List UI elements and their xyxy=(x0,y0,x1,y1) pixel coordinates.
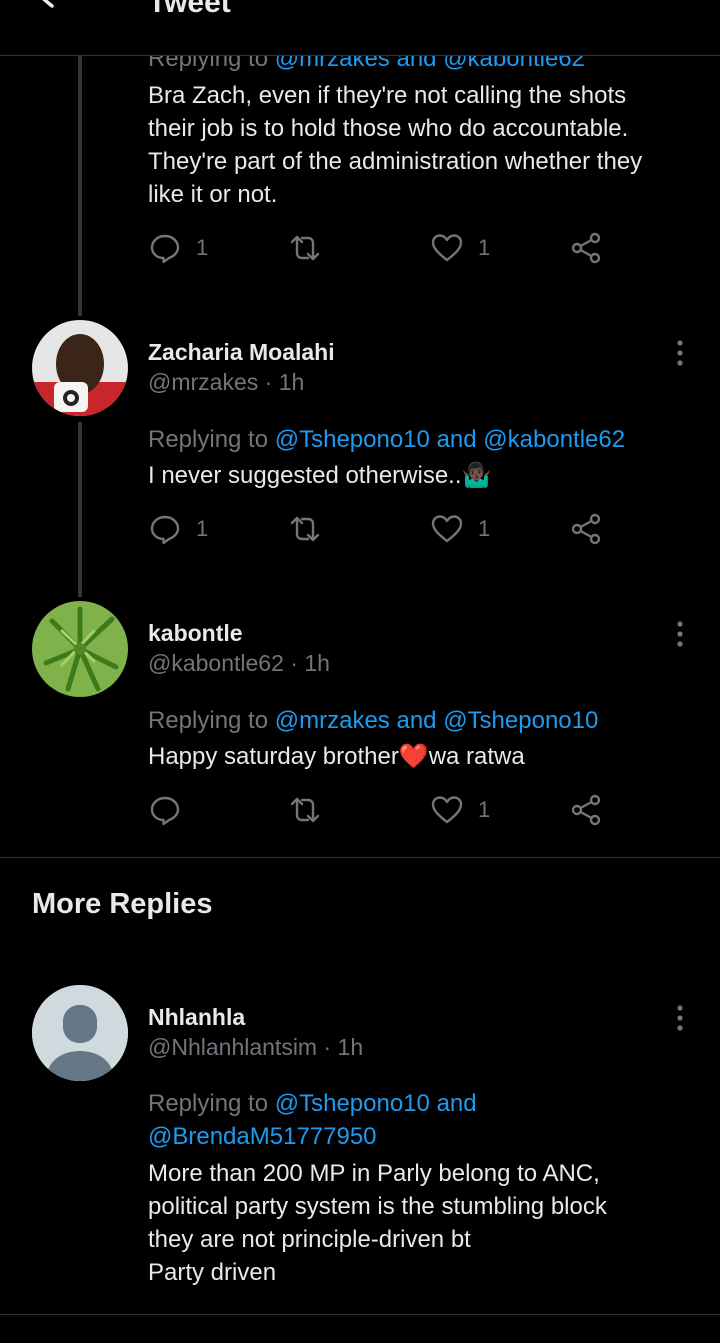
heart-emoji: ❤️ xyxy=(398,743,429,770)
share-button[interactable] xyxy=(570,511,604,547)
mention-link[interactable]: @Tshepono10 xyxy=(443,707,598,734)
display-name[interactable]: Zacharia Moalahi xyxy=(148,339,335,366)
reply-icon xyxy=(150,234,180,264)
page-title: Tweet xyxy=(148,0,231,19)
bottom-navigation-bar xyxy=(0,1314,720,1343)
handle-line: @Nhlanhlantsim · 1h xyxy=(148,1034,363,1061)
replying-label: Replying to xyxy=(148,1090,275,1117)
share-icon xyxy=(571,794,601,826)
share-icon xyxy=(571,232,601,264)
shrug-emoji: 🤷🏿‍♂️ xyxy=(461,462,492,489)
tweet-actions: 1 xyxy=(148,792,618,828)
tweet-text-end: wa ratwa xyxy=(428,743,525,770)
text-line: they are not principle-driven bt xyxy=(148,1226,471,1253)
arrow-left-icon[interactable] xyxy=(34,0,74,18)
replying-to: Replying to @Tshepono10 and @kabontle62 xyxy=(148,423,688,456)
default-avatar-icon xyxy=(32,985,128,1081)
avatar[interactable] xyxy=(32,320,128,416)
heart-icon xyxy=(431,796,463,824)
tweet-text: Happy saturday brother❤️wa ratwa xyxy=(148,740,688,773)
replying-conjunction: and xyxy=(429,426,484,453)
avatar-image xyxy=(32,320,128,416)
display-name[interactable]: kabontle xyxy=(148,620,243,647)
handle[interactable]: @Nhlanhlantsim xyxy=(148,1034,317,1060)
avatar-image xyxy=(32,601,128,697)
mention-link[interactable]: @mrzakes xyxy=(275,707,390,734)
replying-label: Replying to xyxy=(148,707,275,734)
replying-to: Replying to @mrzakes and @Tshepono10 xyxy=(148,704,688,737)
tweet-text: More than 200 MP in Parly belong to ANC,… xyxy=(148,1157,688,1289)
handle[interactable]: @kabontle62 xyxy=(148,650,284,676)
tweet-actions: 1 1 xyxy=(148,511,618,547)
reply-button[interactable] xyxy=(148,792,196,828)
text-line: They're part of the administration wheth… xyxy=(148,148,643,175)
replying-conjunction: and xyxy=(429,1090,477,1117)
retweet-button[interactable] xyxy=(288,230,322,266)
reply-icon xyxy=(150,796,180,826)
text-line: their job is to hold those who do accoun… xyxy=(148,115,629,142)
retweet-button[interactable] xyxy=(288,792,322,828)
thread-line xyxy=(78,422,82,597)
more-options-icon[interactable] xyxy=(668,619,692,649)
share-button[interactable] xyxy=(570,230,604,266)
handle-line: @mrzakes · 1h xyxy=(148,369,304,396)
tweet-text: I never suggested otherwise..🤷🏿‍♂️ xyxy=(148,459,688,492)
replying-label: Replying to xyxy=(148,426,275,453)
reply-count: 1 xyxy=(196,516,209,541)
text-line: More than 200 MP in Parly belong to ANC, xyxy=(148,1160,600,1187)
handle[interactable]: @mrzakes xyxy=(148,369,258,395)
like-count: 1 xyxy=(478,516,491,541)
mention-link[interactable]: @Tshepono10 xyxy=(275,426,430,453)
section-divider xyxy=(0,857,720,858)
more-replies-heading: More Replies xyxy=(32,888,213,920)
more-options-icon[interactable] xyxy=(668,338,692,368)
text-line: Party driven xyxy=(148,1259,277,1286)
top-bar: Tweet xyxy=(0,0,720,56)
retweet-button[interactable] xyxy=(288,511,322,547)
reply-button[interactable]: 1 xyxy=(148,230,208,266)
like-count: 1 xyxy=(478,797,491,822)
heart-icon xyxy=(431,515,463,543)
retweet-icon xyxy=(290,516,320,542)
thread-line xyxy=(78,56,82,316)
mention-link[interactable]: @kabontle62 xyxy=(483,426,625,453)
like-button[interactable]: 1 xyxy=(430,230,490,266)
timestamp: · 1h xyxy=(317,1034,364,1060)
mention-link[interactable]: @Tshepono10 xyxy=(275,1090,430,1117)
more-options-icon[interactable] xyxy=(668,1003,692,1033)
share-icon xyxy=(571,513,601,545)
avatar[interactable] xyxy=(32,601,128,697)
timestamp: · 1h xyxy=(283,650,330,676)
text-line: Bra Zach, even if they're not calling th… xyxy=(148,82,627,109)
tweet-actions: 1 1 xyxy=(148,230,618,266)
retweet-icon xyxy=(290,797,320,823)
handle-line: @kabontle62 · 1h xyxy=(148,650,330,677)
like-button[interactable]: 1 xyxy=(430,511,490,547)
retweet-icon xyxy=(290,235,320,261)
tweet-text-content: I never suggested otherwise.. xyxy=(148,462,462,489)
display-name[interactable]: Nhlanhla xyxy=(148,1004,245,1031)
reply-button[interactable]: 1 xyxy=(148,511,208,547)
reply-icon xyxy=(150,515,180,545)
share-button[interactable] xyxy=(570,792,604,828)
text-line: political party system is the stumbling … xyxy=(148,1193,607,1220)
replying-to: Replying to @Tshepono10 and @BrendaM5177… xyxy=(148,1087,688,1153)
heart-icon xyxy=(431,234,463,262)
reply-count: 1 xyxy=(196,235,209,260)
replying-conjunction: and xyxy=(389,707,444,734)
timestamp: · 1h xyxy=(258,369,305,395)
like-button[interactable]: 1 xyxy=(430,792,490,828)
avatar[interactable] xyxy=(32,985,128,1081)
text-line: like it or not. xyxy=(148,181,278,208)
mention-link[interactable]: @BrendaM51777950 xyxy=(148,1123,377,1150)
tweet-text-start: Happy saturday brother xyxy=(148,743,399,770)
like-count: 1 xyxy=(478,235,491,260)
tweet-text: Bra Zach, even if they're not calling th… xyxy=(148,79,688,211)
